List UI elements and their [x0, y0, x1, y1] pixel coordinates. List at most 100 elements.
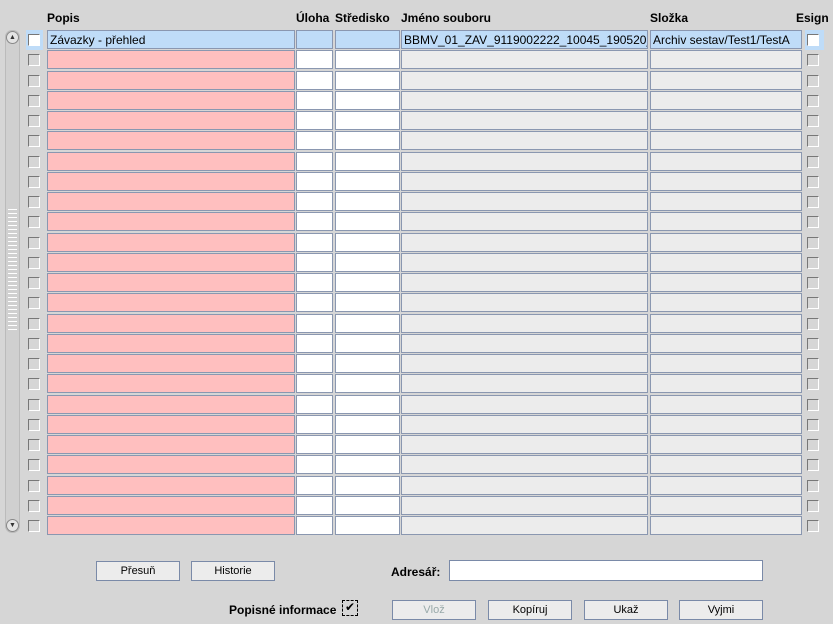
uloha-cell[interactable] — [296, 516, 333, 535]
slozka-cell[interactable] — [650, 50, 802, 70]
stredisko-cell[interactable] — [335, 252, 400, 272]
uloha-cell[interactable] — [296, 90, 333, 110]
uloha-cell[interactable] — [296, 333, 333, 353]
table-row[interactable] — [0, 435, 833, 455]
esign-checkbox[interactable] — [807, 520, 819, 532]
popis-cell[interactable] — [47, 131, 295, 151]
slozka-cell[interactable] — [650, 475, 802, 495]
esign-checkbox[interactable] — [807, 216, 819, 229]
popis-cell[interactable] — [47, 70, 295, 90]
slozka-cell[interactable] — [650, 374, 802, 394]
table-row[interactable] — [0, 293, 833, 313]
stredisko-cell[interactable] — [335, 192, 400, 211]
row-checkbox[interactable] — [28, 175, 40, 188]
jmeno-souboru-cell[interactable]: BBMV_01_ZAV_9119002222_10045_190520_112 — [401, 30, 648, 49]
uloha-cell[interactable] — [296, 232, 333, 252]
presun-button[interactable]: Přesuň — [96, 561, 180, 581]
jmeno-souboru-cell[interactable] — [401, 475, 648, 495]
jmeno-souboru-cell[interactable] — [401, 394, 648, 414]
row-checkbox[interactable] — [28, 459, 40, 472]
popis-cell[interactable] — [47, 333, 295, 353]
popisne-informace-checkbox[interactable]: ✔ — [342, 600, 358, 616]
table-row[interactable] — [0, 516, 833, 536]
jmeno-souboru-cell[interactable] — [401, 131, 648, 151]
table-row[interactable] — [0, 394, 833, 415]
row-checkbox[interactable] — [28, 358, 40, 370]
table-row[interactable] — [0, 333, 833, 354]
stredisko-cell[interactable] — [335, 435, 400, 454]
table-row[interactable] — [0, 414, 833, 435]
slozka-cell[interactable] — [650, 313, 802, 333]
popis-cell[interactable] — [47, 374, 295, 394]
esign-checkbox[interactable] — [807, 196, 819, 208]
uloha-cell[interactable] — [296, 192, 333, 211]
popis-cell[interactable] — [47, 516, 295, 535]
jmeno-souboru-cell[interactable] — [401, 212, 648, 232]
stredisko-cell[interactable] — [335, 516, 400, 535]
stredisko-cell[interactable] — [335, 70, 400, 90]
slozka-cell[interactable] — [650, 495, 802, 515]
ukaz-button[interactable]: Ukaž — [584, 600, 668, 620]
jmeno-souboru-cell[interactable] — [401, 455, 648, 475]
slozka-cell[interactable]: Archiv sestav/Test1/TestA — [650, 30, 802, 49]
uloha-cell[interactable] — [296, 414, 333, 434]
historie-button[interactable]: Historie — [191, 561, 275, 581]
stredisko-cell[interactable] — [335, 313, 400, 333]
popis-cell[interactable] — [47, 495, 295, 515]
table-row[interactable] — [0, 374, 833, 394]
jmeno-souboru-cell[interactable] — [401, 70, 648, 90]
jmeno-souboru-cell[interactable] — [401, 354, 648, 373]
esign-checkbox[interactable] — [807, 34, 819, 46]
uloha-cell[interactable] — [296, 293, 333, 313]
esign-checkbox[interactable] — [807, 115, 819, 127]
row-checkbox[interactable] — [28, 337, 40, 350]
jmeno-souboru-cell[interactable] — [401, 313, 648, 333]
uloha-cell[interactable] — [296, 354, 333, 373]
esign-checkbox[interactable] — [807, 479, 819, 492]
table-row[interactable] — [0, 90, 833, 111]
stredisko-cell[interactable] — [335, 273, 400, 292]
row-checkbox[interactable] — [28, 439, 40, 451]
uloha-cell[interactable] — [296, 455, 333, 475]
popis-cell[interactable]: Závazky - přehled — [47, 30, 295, 49]
esign-checkbox[interactable] — [807, 54, 819, 67]
popis-cell[interactable] — [47, 273, 295, 292]
stredisko-cell[interactable] — [335, 232, 400, 252]
row-checkbox[interactable] — [28, 256, 40, 269]
slozka-cell[interactable] — [650, 394, 802, 414]
row-checkbox[interactable] — [28, 216, 40, 229]
slozka-cell[interactable] — [650, 354, 802, 373]
uloha-cell[interactable] — [296, 252, 333, 272]
row-checkbox[interactable] — [28, 418, 40, 431]
row-checkbox[interactable] — [28, 34, 40, 46]
popis-cell[interactable] — [47, 313, 295, 333]
table-row[interactable] — [0, 495, 833, 516]
jmeno-souboru-cell[interactable] — [401, 374, 648, 394]
row-checkbox[interactable] — [28, 236, 40, 249]
popis-cell[interactable] — [47, 414, 295, 434]
jmeno-souboru-cell[interactable] — [401, 151, 648, 171]
stredisko-cell[interactable] — [335, 333, 400, 353]
table-row[interactable] — [0, 313, 833, 334]
popis-cell[interactable] — [47, 455, 295, 475]
stredisko-cell[interactable] — [335, 131, 400, 151]
stredisko-cell[interactable] — [335, 475, 400, 495]
uloha-cell[interactable] — [296, 475, 333, 495]
jmeno-souboru-cell[interactable] — [401, 435, 648, 454]
row-checkbox[interactable] — [28, 135, 40, 148]
uloha-cell[interactable] — [296, 212, 333, 232]
stredisko-cell[interactable] — [335, 30, 400, 49]
vloz-button[interactable]: Vlož — [392, 600, 476, 620]
slozka-cell[interactable] — [650, 273, 802, 292]
popis-cell[interactable] — [47, 171, 295, 191]
jmeno-souboru-cell[interactable] — [401, 252, 648, 272]
jmeno-souboru-cell[interactable] — [401, 333, 648, 353]
esign-checkbox[interactable] — [807, 337, 819, 350]
adresar-input[interactable] — [449, 560, 763, 581]
jmeno-souboru-cell[interactable] — [401, 192, 648, 211]
table-row[interactable] — [0, 252, 833, 273]
jmeno-souboru-cell[interactable] — [401, 516, 648, 535]
esign-checkbox[interactable] — [807, 459, 819, 472]
jmeno-souboru-cell[interactable] — [401, 273, 648, 292]
table-row[interactable] — [0, 70, 833, 91]
